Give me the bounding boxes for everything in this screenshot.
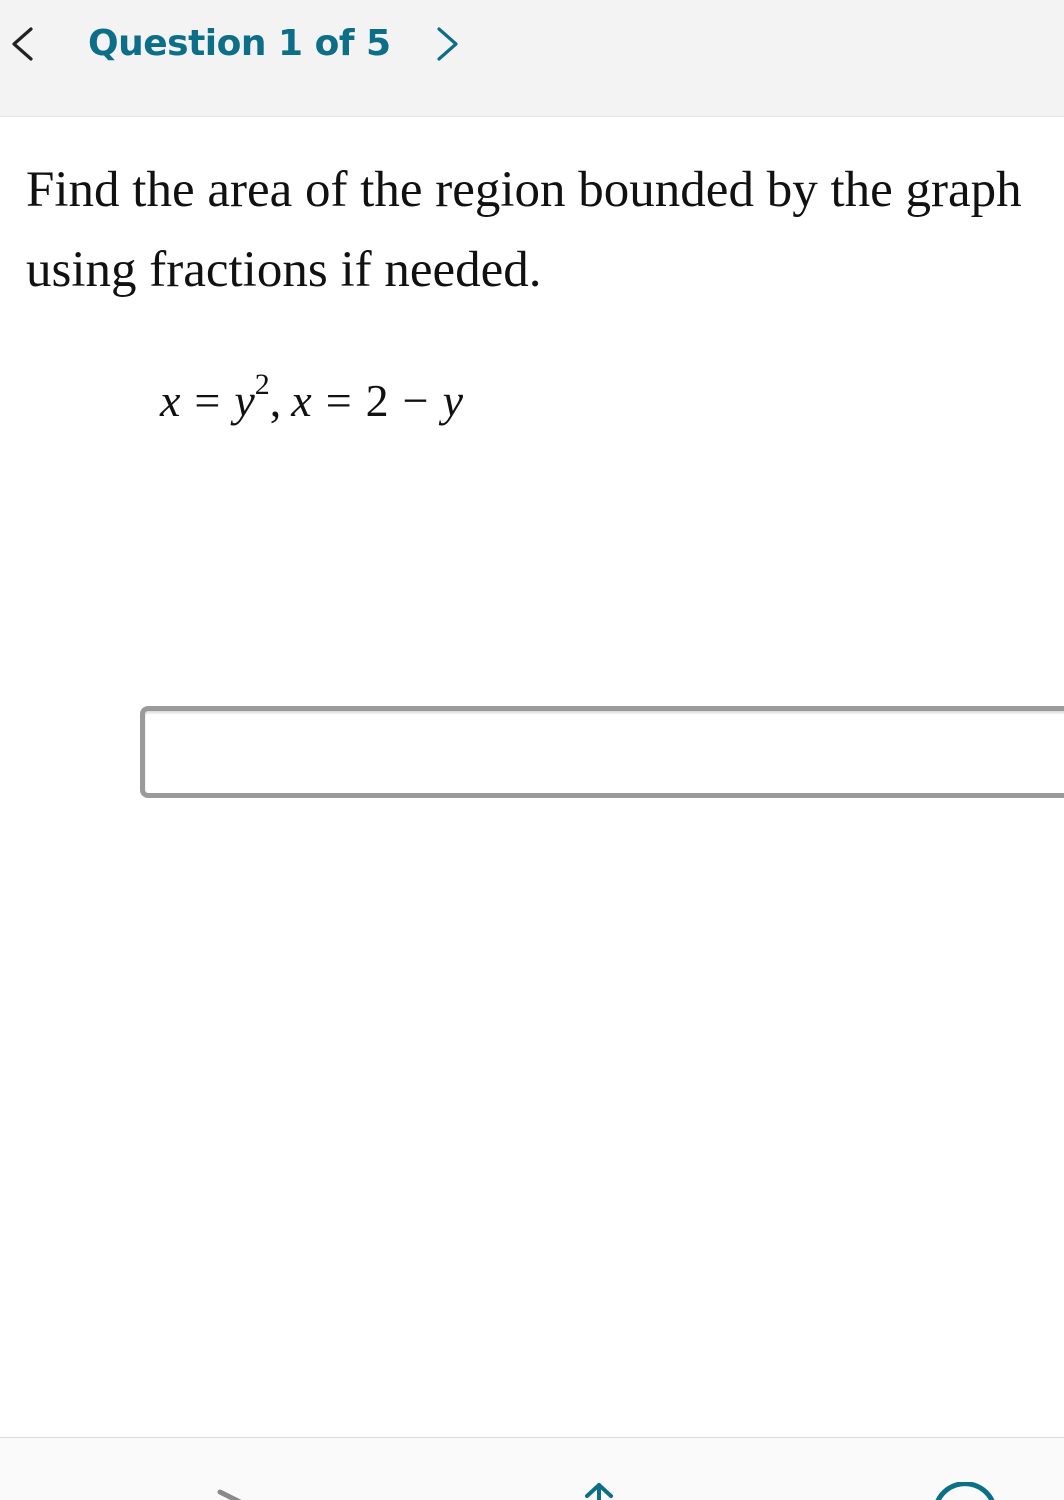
eq-var-y-base: y bbox=[234, 375, 255, 426]
question-counter: Question 1 of 5 bbox=[88, 23, 391, 64]
eq-constant: 2 bbox=[365, 375, 389, 426]
eq-minus: − bbox=[402, 375, 429, 426]
eq-exponent: 2 bbox=[254, 367, 270, 401]
upload-arrow-icon[interactable] bbox=[582, 1480, 616, 1500]
previous-question-button[interactable] bbox=[0, 22, 44, 66]
eq-var-x1: x bbox=[160, 375, 181, 426]
eq-equals-2: = bbox=[325, 375, 352, 426]
eq-var-y: y bbox=[442, 375, 464, 426]
chevron-right-icon bbox=[437, 27, 458, 61]
prompt-line-2: using fractions if needed. bbox=[26, 242, 542, 298]
prompt-line-1: Find the area of the region bounded by t… bbox=[26, 162, 1022, 218]
eq-var-x2: x bbox=[291, 375, 312, 426]
circle-icon[interactable] bbox=[930, 1482, 1000, 1500]
eq-equals-1: = bbox=[194, 375, 221, 426]
equation: x = y2, x = 2− y bbox=[160, 366, 463, 436]
question-nav-bar: Question 1 of 5 bbox=[0, 0, 1064, 117]
chevron-left-icon bbox=[12, 27, 33, 61]
eq-separator: , bbox=[269, 375, 282, 426]
pen-icon[interactable] bbox=[216, 1486, 256, 1500]
question-prompt: Find the area of the region bounded by t… bbox=[26, 150, 1064, 310]
answer-input[interactable] bbox=[140, 706, 1064, 798]
bottom-toolbar bbox=[0, 1437, 1064, 1500]
next-question-button[interactable] bbox=[426, 22, 470, 66]
